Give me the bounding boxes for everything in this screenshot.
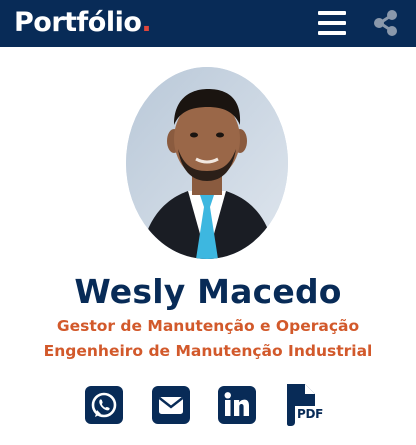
- pdf-download-link[interactable]: PDF: [285, 384, 325, 428]
- hamburger-menu-icon: [318, 31, 346, 35]
- menu-button[interactable]: [318, 11, 346, 35]
- brand-logo[interactable]: Portfólio.: [14, 6, 152, 40]
- profile-name: Wesly Macedo: [74, 272, 342, 311]
- hamburger-menu-icon: [318, 11, 346, 15]
- pdf-file-icon: [287, 384, 315, 426]
- share-button[interactable]: [372, 9, 400, 37]
- pdf-label: PDF: [297, 407, 324, 421]
- role-title-secondary: Engenheiro de Manutenção Industrial: [43, 342, 373, 360]
- hamburger-menu-icon: [318, 21, 346, 25]
- brand-text: Portfólio: [14, 7, 142, 38]
- whatsapp-link[interactable]: [85, 384, 125, 428]
- email-link[interactable]: [152, 384, 192, 428]
- share-icon: [374, 10, 397, 36]
- linkedin-link[interactable]: [218, 384, 258, 428]
- top-navbar: Portfólio.: [0, 0, 416, 47]
- brand-dot: .: [141, 7, 152, 38]
- profile-photo: [126, 67, 288, 259]
- whatsapp-icon: [85, 386, 123, 424]
- linkedin-icon: [218, 386, 256, 424]
- email-icon: [152, 386, 190, 424]
- role-title-primary: Gestor de Manutenção e Operação: [56, 317, 360, 335]
